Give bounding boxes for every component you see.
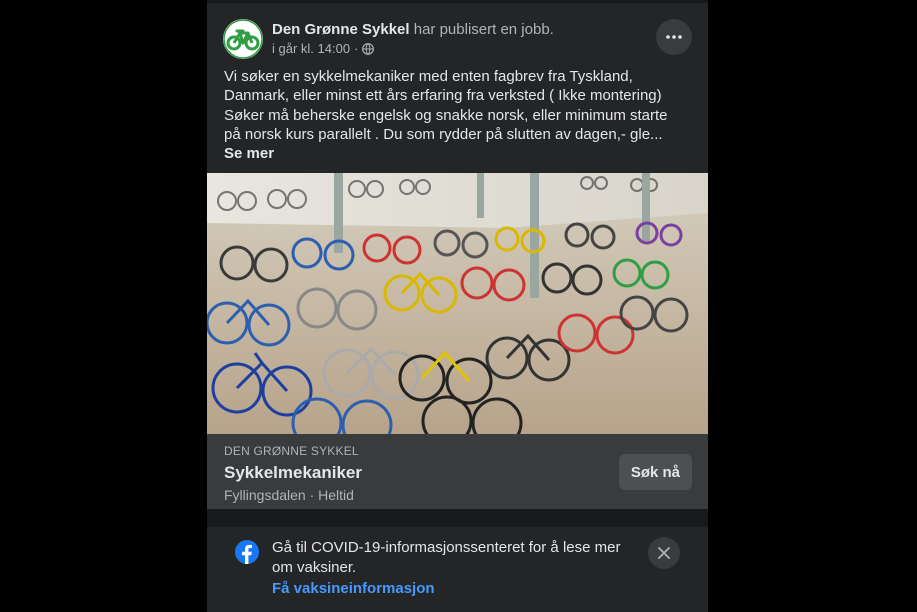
post-text-line: på norsk kurs parallelt . Du som rydder … <box>224 125 663 143</box>
post-text-line: Søker må beherske engelsk og snakke nors… <box>224 106 668 124</box>
vaccine-info-link[interactable]: Få vaksineinformasjon <box>272 580 435 597</box>
job-company: DEN GRØNNE SYKKEL <box>224 444 359 458</box>
post-meta: i går kl. 14:00 · <box>272 41 375 57</box>
job-title[interactable]: Sykkelmekaniker <box>224 463 362 483</box>
see-more-link[interactable]: Se mer <box>224 144 274 163</box>
bike-shop-photo <box>207 173 708 434</box>
post-header: Den Grønne Sykkel har publisert en jobb. <box>272 20 554 40</box>
job-post-card: Den Grønne Sykkel har publisert en jobb.… <box>207 3 708 509</box>
post-action-text: har publisert en jobb. <box>413 21 554 38</box>
apply-button[interactable]: Søk nå <box>618 454 692 490</box>
post-text-line: Vi søker en sykkelmekaniker med enten fa… <box>224 68 633 85</box>
more-options-button[interactable] <box>656 19 692 55</box>
job-attachment[interactable]: DEN GRØNNE SYKKEL Sykkelmekaniker Fyllin… <box>207 434 708 509</box>
post-text-line: Danmark, eller minst ett års erfaring fr… <box>224 87 662 105</box>
feed-column: Den Grønne Sykkel har publisert en jobb.… <box>207 0 708 612</box>
covid-info-text: Gå til COVID-19-informasjonssenteret for… <box>272 539 621 576</box>
globe-icon[interactable] <box>362 43 375 55</box>
close-banner-button[interactable] <box>648 537 680 569</box>
facebook-logo-icon <box>235 540 259 564</box>
post-body: Vi søker en sykkelmekaniker med enten fa… <box>224 67 694 144</box>
avatar[interactable] <box>223 19 263 59</box>
close-icon <box>658 547 670 559</box>
bike-logo-icon <box>223 19 263 59</box>
covid-info-banner: Gå til COVID-19-informasjonssenteret for… <box>207 527 708 612</box>
meta-separator: · <box>354 41 359 56</box>
post-timestamp[interactable]: i går kl. 14:00 <box>272 41 350 57</box>
more-dots-icon <box>666 35 682 39</box>
post-photo[interactable] <box>207 173 708 434</box>
author-name[interactable]: Den Grønne Sykkel <box>272 21 410 38</box>
job-location: Fyllingsdalen · Heltid <box>224 487 354 503</box>
